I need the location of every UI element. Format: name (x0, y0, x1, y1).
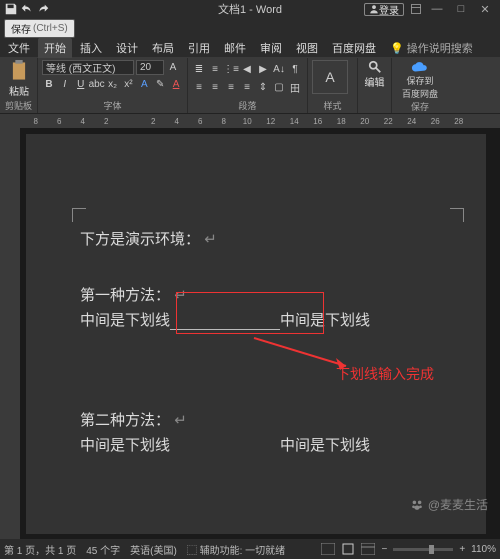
clipboard-group-label: 剪贴板 (4, 99, 33, 112)
doc-line-5: 中间是下划线中间是下划线 (80, 434, 370, 455)
horizontal-ruler[interactable]: 8642246810121416182022242628 (0, 114, 500, 128)
tab-file[interactable]: 文件 (2, 38, 36, 58)
baidu-save-button[interactable]: 保存到 百度网盘 (396, 60, 444, 100)
save-icon[interactable] (4, 2, 18, 16)
save-shortcut: (Ctrl+S) (33, 23, 68, 34)
align-left-icon[interactable]: ≡ (192, 80, 206, 94)
close-button[interactable]: ✕ (476, 3, 494, 16)
margin-corner-tl (72, 208, 86, 222)
margin-corner-tr (450, 208, 464, 222)
numbering-icon[interactable]: ≡ (208, 62, 222, 76)
doc-line-2: 第一种方法： ↵ (80, 284, 187, 305)
save-button[interactable]: 保存 (Ctrl+S) (4, 19, 75, 38)
ribbon-options-icon[interactable] (410, 3, 422, 15)
paragraph-group-label: 段落 (192, 99, 303, 112)
web-layout-icon[interactable] (361, 543, 375, 555)
annotation-text: 下划线输入完成 (336, 364, 434, 384)
baidu-group-label: 保存 (396, 100, 444, 113)
ribbon-tabs: 文件 开始 插入 设计 布局 引用 邮件 审阅 视图 百度网盘 💡 操作说明搜索 (0, 38, 500, 58)
sort-icon[interactable]: A↓ (272, 62, 286, 76)
save-label: 保存 (11, 21, 31, 36)
font-size-combo[interactable]: 20 (136, 60, 164, 75)
print-layout-icon[interactable] (341, 543, 355, 555)
shading-icon[interactable]: ▢ (272, 80, 286, 94)
redo-icon[interactable] (36, 2, 50, 16)
user-icon (369, 4, 379, 14)
font-group-label: 字体 (42, 99, 183, 112)
zoom-level[interactable]: 110% (471, 544, 496, 555)
workspace: 下方是演示环境： ↵ 第一种方法： ↵ 中间是下划线中间是下划线 第二种方法： … (0, 128, 500, 539)
strike-button[interactable]: abc (90, 77, 104, 91)
tab-mailings[interactable]: 邮件 (218, 38, 252, 58)
tab-home[interactable]: 开始 (38, 38, 72, 58)
justify-icon[interactable]: ≡ (240, 80, 254, 94)
clipboard-icon (9, 60, 29, 82)
maximize-button[interactable]: □ (452, 3, 470, 15)
zoom-out-button[interactable]: − (381, 544, 387, 555)
status-bar: 第 1 页，共 1 页 45 个字 英语(美国) ⬚ 辅助功能: 一切就绪 − … (0, 539, 500, 559)
vertical-ruler[interactable] (0, 128, 20, 539)
text-effects-icon[interactable]: A (137, 77, 151, 91)
indent-inc-icon[interactable]: ▶ (256, 62, 270, 76)
font-color-icon[interactable]: A (169, 77, 183, 91)
styles-group-label: 样式 (312, 99, 353, 112)
sup-button[interactable]: x² (122, 77, 136, 91)
doc-line-1: 下方是演示环境： ↵ (80, 228, 217, 249)
watermark-text: @麦麦生活 (428, 496, 488, 513)
doc-line-4: 第二种方法： ↵ (80, 409, 187, 430)
baidu-line2: 百度网盘 (402, 87, 438, 100)
status-words[interactable]: 45 个字 (86, 542, 120, 557)
zoom-in-button[interactable]: + (459, 544, 465, 555)
status-page[interactable]: 第 1 页，共 1 页 (4, 542, 76, 557)
underline-button[interactable]: U (74, 77, 88, 91)
align-right-icon[interactable]: ≡ (224, 80, 238, 94)
tell-label: 操作说明搜索 (407, 43, 473, 55)
login-button[interactable]: 登录 (364, 3, 404, 16)
bullets-icon[interactable]: ≣ (192, 62, 206, 76)
cloud-icon (411, 60, 429, 74)
bold-button[interactable]: B (42, 77, 56, 91)
tab-references[interactable]: 引用 (182, 38, 216, 58)
sub-button[interactable]: x₂ (106, 77, 120, 91)
watermark: @麦麦生活 (410, 496, 488, 513)
font-name-combo[interactable]: 等线 (西文正文) (42, 60, 134, 75)
login-label: 登录 (379, 2, 399, 17)
zoom-slider[interactable] (393, 548, 453, 551)
tab-insert[interactable]: 插入 (74, 38, 108, 58)
indent-dec-icon[interactable]: ◀ (240, 62, 254, 76)
ribbon: 粘贴 剪贴板 等线 (西文正文) 20 A B I U abc x₂ x² A … (0, 58, 500, 114)
paw-icon (410, 498, 424, 512)
line-spacing-icon[interactable]: ⇕ (256, 80, 270, 94)
paste-label: 粘贴 (9, 83, 29, 98)
grow-font-icon[interactable]: A (166, 61, 180, 75)
highlight-icon[interactable]: ✎ (153, 77, 167, 91)
undo-icon[interactable] (20, 2, 34, 16)
tab-design[interactable]: 设计 (110, 38, 144, 58)
tab-layout[interactable]: 布局 (146, 38, 180, 58)
align-center-icon[interactable]: ≡ (208, 80, 222, 94)
tab-view[interactable]: 视图 (290, 38, 324, 58)
minimize-button[interactable]: — (428, 3, 446, 15)
find-icon (368, 60, 382, 74)
borders-icon[interactable]: 田 (288, 80, 302, 94)
read-mode-icon[interactable] (321, 543, 335, 555)
editing-button[interactable]: 编辑 (362, 60, 387, 89)
annotation-box (176, 292, 324, 334)
document-page[interactable]: 下方是演示环境： ↵ 第一种方法： ↵ 中间是下划线中间是下划线 第二种方法： … (26, 134, 486, 534)
tab-review[interactable]: 审阅 (254, 38, 288, 58)
status-assist[interactable]: ⬚ 辅助功能: 一切就绪 (187, 542, 285, 557)
status-lang[interactable]: 英语(美国) (130, 542, 177, 557)
baidu-line1: 保存到 (406, 74, 433, 87)
show-marks-icon[interactable]: ¶ (288, 62, 302, 76)
paste-button[interactable]: 粘贴 (4, 60, 34, 98)
tab-baidu[interactable]: 百度网盘 (326, 38, 382, 58)
window-title: 文档1 - Word (218, 1, 282, 17)
italic-button[interactable]: I (58, 77, 72, 91)
tab-tell[interactable]: 💡 操作说明搜索 (384, 38, 479, 58)
multilevel-icon[interactable]: ⋮≡ (224, 62, 238, 76)
editing-label: 编辑 (365, 74, 385, 89)
styles-gallery[interactable]: A (312, 60, 348, 94)
